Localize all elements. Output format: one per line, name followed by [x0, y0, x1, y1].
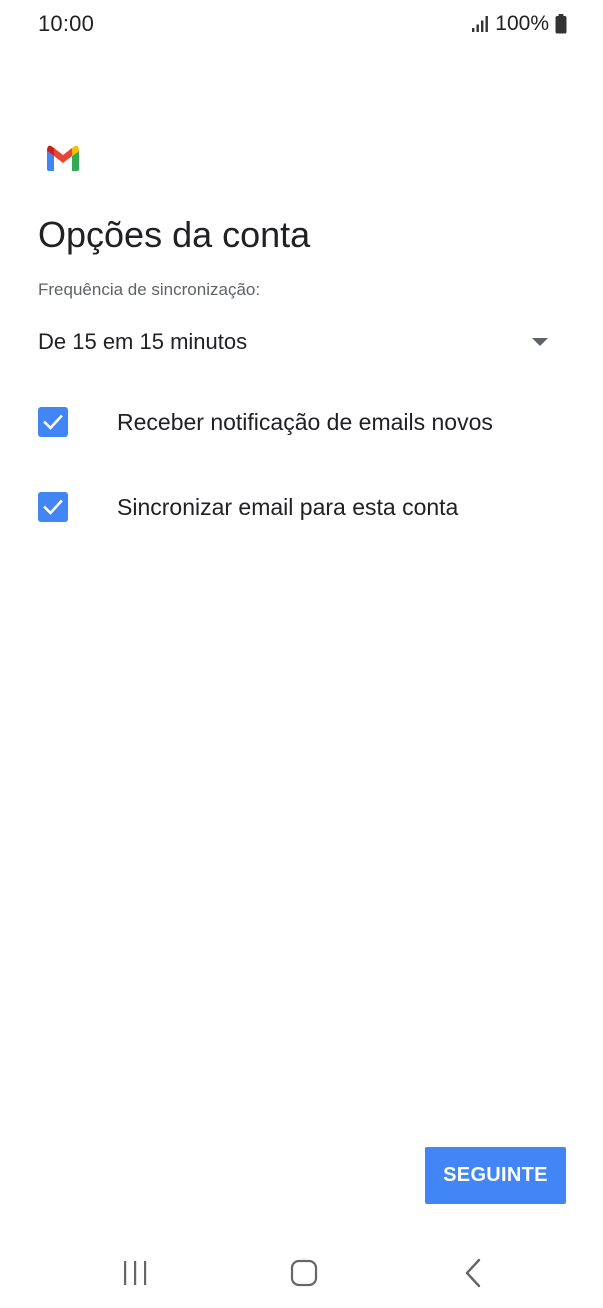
checkmark-icon [43, 414, 63, 430]
status-indicators: 100% [471, 12, 567, 36]
sync-frequency-value: De 15 em 15 minutos [38, 329, 248, 354]
home-icon[interactable] [290, 1259, 318, 1287]
next-button[interactable]: SEGUINTE [425, 1147, 566, 1204]
status-time: 10:00 [38, 11, 95, 36]
screen: 10:00 100% Opções da conta Frequência de… [0, 0, 603, 1308]
back-icon[interactable] [462, 1258, 484, 1288]
sync-frequency-select[interactable]: De 15 em 15 minutos [38, 320, 558, 364]
status-bar: 10:00 100% [0, 0, 603, 48]
dropdown-arrow-icon [532, 338, 548, 346]
signal-icon [472, 16, 489, 32]
notify-new-emails-label: Receber notificação de emails novos [117, 408, 493, 435]
page-title: Opções da conta [38, 214, 311, 255]
sync-email-label: Sincronizar email para esta conta [117, 493, 459, 520]
notify-new-emails-option[interactable]: Receber notificação de emails novos [38, 397, 578, 447]
checkmark-icon [43, 499, 63, 515]
sync-email-option[interactable]: Sincronizar email para esta conta [38, 482, 578, 532]
battery-percentage: 100% [495, 12, 549, 35]
sync-frequency-label: Frequência de sincronização: [38, 280, 261, 299]
navigation-bar [0, 1240, 603, 1308]
recents-icon[interactable] [122, 1260, 148, 1286]
battery-icon [555, 14, 567, 34]
sync-email-checkbox[interactable] [38, 492, 68, 522]
notify-new-emails-checkbox[interactable] [38, 407, 68, 437]
gmail-logo-icon [47, 145, 79, 171]
